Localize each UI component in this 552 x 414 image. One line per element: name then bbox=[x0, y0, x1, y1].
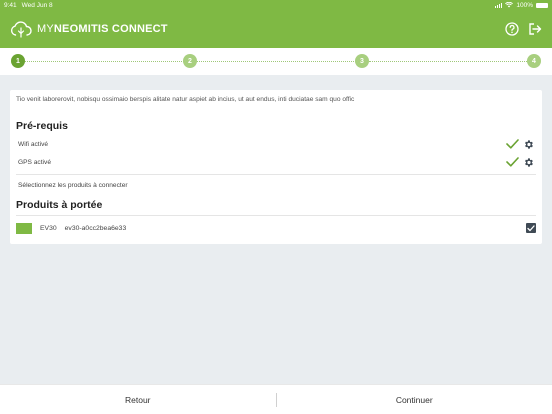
progress-stepper: 1 2 3 4 bbox=[0, 48, 552, 75]
prereq-title: Pré-requis bbox=[16, 120, 68, 132]
status-time: 9:41 bbox=[4, 1, 17, 9]
checkmark-icon bbox=[527, 224, 535, 231]
step-1: 1 bbox=[11, 54, 25, 68]
product-row[interactable]: EV30 ev30-a0cc2bea6e33 bbox=[16, 221, 536, 235]
status-bar: 9:41 Wed Jun 8 100% bbox=[0, 0, 552, 10]
step-3: 3 bbox=[355, 54, 369, 68]
product-checkbox[interactable] bbox=[526, 223, 536, 233]
divider bbox=[16, 215, 536, 216]
cloud-logo-icon bbox=[11, 20, 32, 38]
brand-logo: MYNEOMITIS CONNECT bbox=[10, 20, 168, 38]
product-id: ev30-a0cc2bea6e33 bbox=[64, 224, 127, 232]
help-icon bbox=[504, 22, 519, 36]
help-button[interactable] bbox=[504, 22, 519, 37]
cellular-signal-icon bbox=[494, 2, 503, 8]
step-connector bbox=[25, 61, 184, 62]
check-icon bbox=[506, 157, 519, 167]
divider bbox=[16, 174, 536, 175]
products-title: Produits à portée bbox=[16, 199, 103, 211]
step-2: 2 bbox=[183, 54, 197, 68]
step-connector bbox=[197, 61, 356, 62]
pairing-card: Tio venit laborerovit, nobisqu ossimaio … bbox=[10, 90, 542, 244]
settings-gear-icon[interactable] bbox=[523, 157, 534, 168]
prereq-row-gps: GPS activé bbox=[18, 156, 534, 168]
product-color-swatch bbox=[16, 222, 32, 234]
intro-text: Tio venit laborerovit, nobisqu ossimaio … bbox=[16, 96, 355, 103]
battery-percent: 100% bbox=[516, 1, 533, 9]
logout-button[interactable] bbox=[527, 22, 542, 37]
back-button[interactable]: Retour bbox=[0, 385, 276, 414]
logout-icon bbox=[528, 23, 541, 35]
check-icon bbox=[506, 139, 519, 149]
product-type: EV30 bbox=[40, 224, 57, 232]
select-products-hint: Sélectionnez les produits à connecter bbox=[18, 182, 128, 189]
brand-name: NEOMITIS CONNECT bbox=[53, 23, 168, 35]
status-date: Wed Jun 8 bbox=[21, 1, 53, 9]
prereq-label: Wifi activé bbox=[18, 140, 49, 148]
step-connector bbox=[369, 61, 527, 62]
prereq-label: GPS activé bbox=[18, 158, 51, 166]
app-title: MYNEOMITIS CONNECT bbox=[37, 23, 168, 35]
prereq-row-wifi: Wifi activé bbox=[18, 138, 534, 150]
app-header: MYNEOMITIS CONNECT bbox=[0, 10, 552, 48]
battery-icon bbox=[536, 2, 548, 8]
wifi-icon bbox=[505, 2, 514, 8]
continue-button[interactable]: Continuer bbox=[277, 385, 552, 414]
settings-gear-icon[interactable] bbox=[523, 139, 534, 150]
step-4: 4 bbox=[527, 54, 541, 68]
brand-my: MY bbox=[37, 23, 54, 35]
footer-bar: Retour Continuer bbox=[0, 384, 552, 414]
